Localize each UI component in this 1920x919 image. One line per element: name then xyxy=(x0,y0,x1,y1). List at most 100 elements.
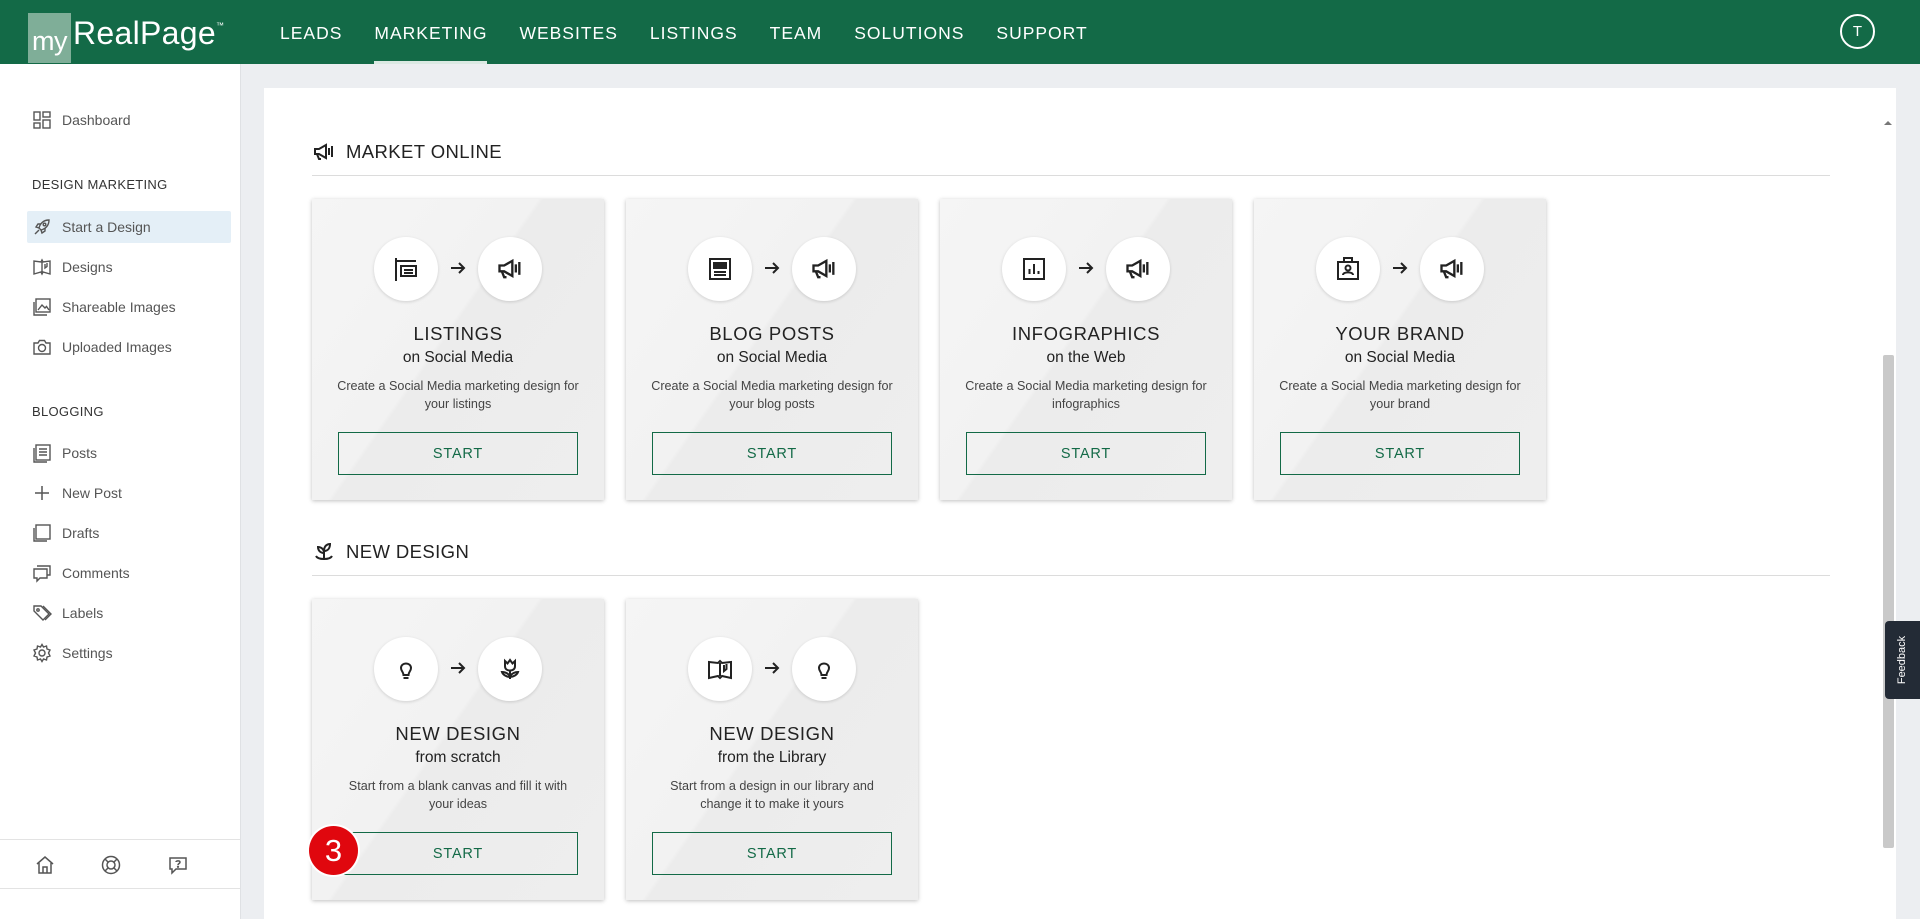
card-your-brand: YOUR BRAND on Social Media Create a Soci… xyxy=(1254,199,1546,500)
card-infographics: INFOGRAPHICS on the Web Create a Social … xyxy=(940,199,1232,500)
arrow-right-icon xyxy=(1076,258,1096,278)
book-icon xyxy=(31,256,53,278)
card-description: Create a Social Media marketing design f… xyxy=(337,379,579,411)
card-description: Start from a design in our library and c… xyxy=(670,779,874,811)
section-title-text: MARKET ONLINE xyxy=(346,141,502,162)
sidebar-item-start-a-design[interactable]: Start a Design xyxy=(27,211,231,243)
section-title-text: NEW DESIGN xyxy=(346,541,470,562)
sidebar-item-labels[interactable]: Labels xyxy=(27,597,231,629)
chat-question-icon[interactable] xyxy=(167,854,189,876)
sidebar-item-label: Shareable Images xyxy=(62,299,176,315)
sidebar-item-designs[interactable]: Designs xyxy=(27,251,231,283)
sidebar-item-dashboard[interactable]: Dashboard xyxy=(27,104,231,136)
nav-solutions[interactable]: SOLUTIONS xyxy=(854,0,964,64)
sidebar-item-label: Dashboard xyxy=(62,112,131,128)
start-button[interactable]: START xyxy=(338,432,578,475)
card-subtitle: on the Web xyxy=(1046,349,1126,366)
section-divider xyxy=(312,575,1830,576)
card-description: Create a Social Media marketing design f… xyxy=(651,379,893,411)
card-subtitle: from scratch xyxy=(415,749,501,766)
megaphone-icon xyxy=(1420,237,1484,301)
camera-icon xyxy=(31,336,53,358)
main-nav: LEADS MARKETING WEBSITES LISTINGS TEAM S… xyxy=(280,0,1120,64)
sprout-icon xyxy=(312,540,336,564)
user-avatar[interactable]: T xyxy=(1840,14,1875,49)
flower-icon xyxy=(478,637,542,701)
top-navigation-bar: my RealPage ™ LEADS MARKETING WEBSITES L… xyxy=(0,0,1920,64)
megaphone-icon xyxy=(478,237,542,301)
start-button[interactable]: START xyxy=(966,432,1206,475)
dashboard-icon xyxy=(31,109,53,131)
logo-name: RealPage xyxy=(73,15,216,51)
step-number-badge: 3 xyxy=(309,826,358,875)
blogging-header: BLOGGING xyxy=(32,404,104,419)
sidebar-item-settings[interactable]: Settings xyxy=(27,637,231,669)
scrollbar-thumb[interactable] xyxy=(1883,355,1894,848)
lightbulb-icon xyxy=(374,637,438,701)
sidebar-item-new-post[interactable]: New Post xyxy=(27,477,231,509)
sidebar-footer xyxy=(0,839,240,889)
lightbulb-icon xyxy=(792,637,856,701)
sidebar-item-label: Settings xyxy=(62,645,113,661)
section-title-new-design: NEW DESIGN xyxy=(312,540,469,564)
start-button[interactable]: START xyxy=(652,832,892,875)
nav-leads[interactable]: LEADS xyxy=(280,0,342,64)
megaphone-icon xyxy=(312,140,336,164)
logo-my: my xyxy=(28,13,71,63)
nav-support[interactable]: SUPPORT xyxy=(996,0,1087,64)
sidebar-item-drafts[interactable]: Drafts xyxy=(27,517,231,549)
sidebar-item-label: Drafts xyxy=(62,525,100,541)
gear-icon xyxy=(31,642,53,664)
arrow-right-icon xyxy=(448,658,468,678)
arrow-right-icon xyxy=(1390,258,1410,278)
card-title: NEW DESIGN xyxy=(395,723,521,744)
card-title: NEW DESIGN xyxy=(709,723,835,744)
sidebar-item-label: Posts xyxy=(62,445,98,461)
logo-trademark: ™ xyxy=(215,21,224,30)
card-subtitle: on Social Media xyxy=(1344,349,1456,366)
card-blog-posts: BLOG POSTS on Social Media Create a Soci… xyxy=(626,199,918,500)
card-description: Start from a blank canvas and fill it wi… xyxy=(348,779,568,811)
sidebar-item-uploaded-images[interactable]: Uploaded Images xyxy=(27,331,231,363)
rocket-icon xyxy=(31,216,53,238)
myrealpage-logo[interactable]: my RealPage ™ xyxy=(28,13,224,63)
nav-listings[interactable]: LISTINGS xyxy=(650,0,738,64)
sidebar-item-label: Start a Design xyxy=(62,219,151,235)
section-title-market-online: MARKET ONLINE xyxy=(312,140,502,164)
card-title: YOUR BRAND xyxy=(1335,323,1465,344)
card-subtitle: on Social Media xyxy=(402,349,514,366)
start-button[interactable]: START xyxy=(652,432,892,475)
id-badge-icon xyxy=(1316,237,1380,301)
start-button[interactable]: START xyxy=(1280,432,1520,475)
design-marketing-header: DESIGN MARKETING xyxy=(32,177,168,192)
sidebar: Dashboard DESIGN MARKETING Start a Desig… xyxy=(0,64,241,919)
megaphone-icon xyxy=(1106,237,1170,301)
nav-team[interactable]: TEAM xyxy=(770,0,823,64)
sidebar-item-shareable-images[interactable]: Shareable Images xyxy=(27,291,231,323)
start-button[interactable]: START xyxy=(338,832,578,875)
sidebar-item-posts[interactable]: Posts xyxy=(27,437,231,469)
nav-marketing[interactable]: MARKETING xyxy=(374,0,488,64)
arrow-right-icon xyxy=(762,258,782,278)
sidebar-item-label: Comments xyxy=(62,565,130,581)
posts-icon xyxy=(31,442,53,464)
tag-icon xyxy=(31,602,53,624)
card-title: LISTINGS xyxy=(413,323,503,344)
article-icon xyxy=(688,237,752,301)
home-icon[interactable] xyxy=(34,854,56,876)
feedback-tab[interactable]: Feedback xyxy=(1885,621,1920,699)
card-subtitle: on Social Media xyxy=(716,349,828,366)
scroll-up-arrow-icon[interactable] xyxy=(1883,115,1893,125)
card-listings: LISTINGS on Social Media Create a Social… xyxy=(312,199,604,500)
images-icon xyxy=(31,296,53,318)
sidebar-item-label: Uploaded Images xyxy=(62,339,172,355)
feedback-label: Feedback xyxy=(1896,635,1909,685)
card-description: Create a Social Media marketing design f… xyxy=(965,379,1207,411)
card-title: BLOG POSTS xyxy=(709,323,835,344)
bar-chart-icon xyxy=(1002,237,1066,301)
sidebar-item-comments[interactable]: Comments xyxy=(27,557,231,589)
help-lifebuoy-icon[interactable] xyxy=(100,854,122,876)
card-subtitle: from the Library xyxy=(717,749,827,766)
megaphone-icon xyxy=(792,237,856,301)
nav-websites[interactable]: WEBSITES xyxy=(519,0,617,64)
